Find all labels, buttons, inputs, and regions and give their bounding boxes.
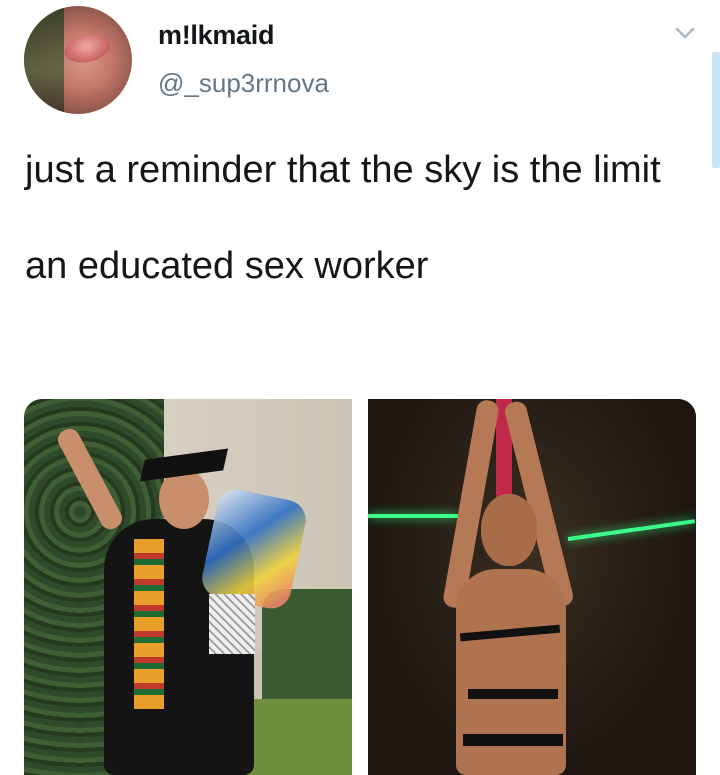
avatar[interactable]	[24, 6, 132, 114]
avatar-hair	[24, 6, 64, 114]
led-strip	[368, 514, 458, 518]
tweet-text: just a reminder that the sky is the limi…	[25, 149, 661, 287]
media-photo-graduation[interactable]	[24, 399, 352, 775]
author-display-name[interactable]: m!lkmaid	[158, 20, 274, 51]
chevron-down-icon[interactable]	[675, 26, 695, 40]
author-handle[interactable]: @_sup3rrnova	[158, 68, 329, 99]
avatar-lips	[61, 31, 113, 67]
scrollbar[interactable]	[712, 52, 720, 168]
media-photo-pole-dancer[interactable]	[368, 399, 696, 775]
